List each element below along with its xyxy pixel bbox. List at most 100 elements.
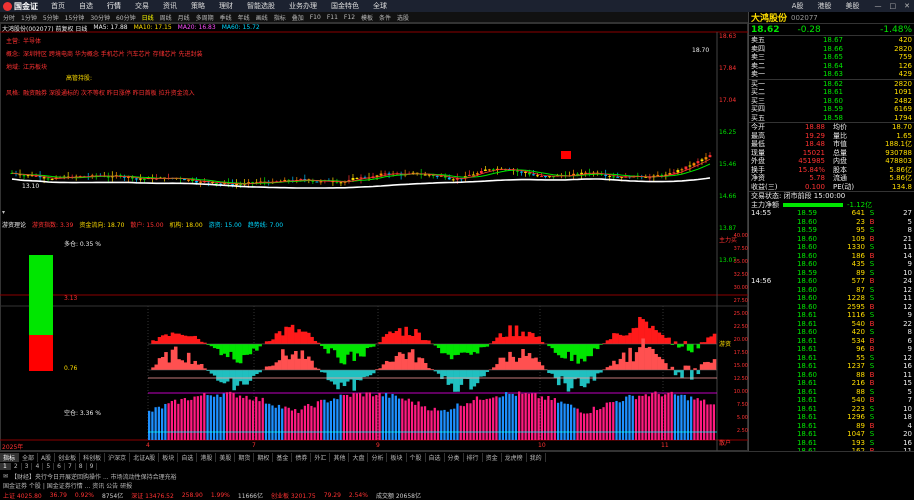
bottom-tab-15[interactable]: 外汇 bbox=[311, 453, 331, 462]
toolbar-item-14[interactable]: 叠加 bbox=[289, 13, 307, 22]
bottom-tab-11[interactable]: 期货 bbox=[235, 453, 255, 462]
index-item-8[interactable]: 创业板 3201.75 bbox=[271, 491, 316, 500]
retail-bar bbox=[582, 413, 586, 440]
menu-item-1[interactable]: 自选 bbox=[72, 1, 100, 11]
index-item-11[interactable]: 成交额 20658亿 bbox=[376, 491, 421, 500]
toolbar-item-2[interactable]: 5分钟 bbox=[40, 13, 62, 22]
menu-item-6[interactable]: 理财 bbox=[212, 1, 240, 11]
toolbar-item-16[interactable]: F11 bbox=[324, 14, 341, 21]
page-tab-0[interactable]: 1 bbox=[0, 463, 11, 470]
page-tab-3[interactable]: 4 bbox=[32, 463, 44, 470]
bottom-tab-26[interactable]: 我的 bbox=[527, 453, 546, 462]
tick-price: 18.60 bbox=[796, 294, 817, 303]
flow-area bbox=[342, 344, 347, 365]
index-item-9[interactable]: 79.29 bbox=[324, 492, 341, 499]
short-position-bar bbox=[29, 335, 53, 371]
bottom-tab-4[interactable]: 科创板 bbox=[80, 453, 106, 462]
index-item-0[interactable]: 上证 4025.80 bbox=[3, 491, 42, 500]
toolbar-item-8[interactable]: 月线 bbox=[175, 13, 193, 22]
minimize-icon[interactable]: — bbox=[871, 2, 886, 10]
index-item-6[interactable]: 1.99% bbox=[211, 492, 230, 499]
indicator-switch-icon[interactable]: ▾ bbox=[2, 209, 5, 216]
index-item-4[interactable]: 深证 13476.52 bbox=[131, 491, 174, 500]
bottom-tab-24[interactable]: 资金 bbox=[483, 453, 502, 462]
retail-bar bbox=[459, 405, 462, 440]
toolbar-item-18[interactable]: 模板 bbox=[358, 13, 376, 22]
menu-item-7[interactable]: 智能选股 bbox=[240, 1, 282, 11]
index-item-2[interactable]: 0.92% bbox=[75, 492, 94, 499]
retail-bar bbox=[560, 401, 563, 440]
market-2[interactable]: 美股 bbox=[839, 1, 867, 11]
bottom-tab-10[interactable]: 美股 bbox=[216, 453, 236, 462]
toolbar-item-20[interactable]: 选股 bbox=[394, 13, 412, 22]
toolbar-item-13[interactable]: 指标 bbox=[271, 13, 289, 22]
chart-area[interactable]: 大鸿股份(002077) 前复权 日线 MA5: 17.88 MA10: 17.… bbox=[0, 23, 748, 451]
bottom-tab-1[interactable]: 全部 bbox=[19, 453, 39, 462]
page-tab-5[interactable]: 6 bbox=[54, 463, 65, 470]
page-tab-1[interactable]: 2 bbox=[11, 463, 22, 470]
bottom-tab-7[interactable]: 板块 bbox=[159, 453, 179, 462]
menu-item-3[interactable]: 交易 bbox=[128, 1, 156, 11]
page-tab-7[interactable]: 8 bbox=[76, 463, 87, 470]
bottom-tab-13[interactable]: 基金 bbox=[273, 453, 293, 462]
bottom-tab-9[interactable]: 港股 bbox=[197, 453, 217, 462]
close-icon[interactable]: ✕ bbox=[900, 2, 914, 10]
menu-item-8[interactable]: 业务办理 bbox=[282, 1, 324, 11]
index-item-10[interactable]: 2.54% bbox=[349, 492, 368, 499]
page-tab-6[interactable]: 7 bbox=[65, 463, 76, 470]
bottom-tab-21[interactable]: 自选 bbox=[426, 453, 445, 462]
bottom-tab-0[interactable]: 指标 bbox=[0, 453, 20, 462]
index-item-5[interactable]: 258.90 bbox=[182, 492, 203, 499]
bottom-tab-3[interactable]: 创业板 bbox=[55, 453, 81, 462]
menu-item-0[interactable]: 首页 bbox=[44, 1, 72, 11]
index-item-7[interactable]: 11666亿 bbox=[238, 491, 263, 500]
bottom-tab-14[interactable]: 债券 bbox=[292, 453, 312, 462]
bottom-tab-6[interactable]: 北证A股 bbox=[130, 453, 160, 462]
toolbar-item-15[interactable]: F10 bbox=[307, 14, 324, 21]
page-tab-8[interactable]: 9 bbox=[87, 463, 98, 470]
toolbar-item-9[interactable]: 多周期 bbox=[193, 13, 217, 22]
bottom-tab-12[interactable]: 期权 bbox=[254, 453, 274, 462]
toolbar-item-11[interactable]: 年线 bbox=[235, 13, 253, 22]
toolbar-item-7[interactable]: 周线 bbox=[157, 13, 175, 22]
news-ticker[interactable]: 【财经】央行今日开展逆回购操作 ... 市场流动性保持合理充裕 bbox=[11, 472, 177, 481]
bottom-tab-16[interactable]: 其他 bbox=[330, 453, 350, 462]
bottom-tab-19[interactable]: 板块 bbox=[387, 453, 407, 462]
bottom-tab-18[interactable]: 分析 bbox=[368, 453, 388, 462]
page-tab-4[interactable]: 5 bbox=[43, 463, 55, 470]
bottom-tab-17[interactable]: 大盘 bbox=[349, 453, 369, 462]
index-item-1[interactable]: 36.79 bbox=[50, 492, 67, 499]
toolbar-item-10[interactable]: 季线 bbox=[217, 13, 235, 22]
toolbar-item-12[interactable]: 画线 bbox=[253, 13, 271, 22]
menu-item-9[interactable]: 国金特色 bbox=[324, 1, 366, 11]
toolbar-item-5[interactable]: 60分钟 bbox=[113, 13, 139, 22]
tick-list[interactable]: 14:55 18.59 641 S 27 18.60 23 B 5 18.59 95 S 8 18.60 1… bbox=[749, 209, 914, 481]
bottom-tab-5[interactable]: 沪深京 bbox=[105, 453, 131, 462]
toolbar-item-6[interactable]: 日线 bbox=[139, 13, 157, 22]
menu-item-5[interactable]: 策略 bbox=[184, 1, 212, 11]
indicator-name[interactable]: 游资理论 bbox=[2, 220, 26, 229]
bottom-tab-23[interactable]: 排行 bbox=[464, 453, 483, 462]
toolbar-item-19[interactable]: 条件 bbox=[376, 13, 394, 22]
box-mid1: 3.13 bbox=[64, 295, 78, 302]
toolbar-item-0[interactable]: 分时 bbox=[0, 13, 18, 22]
toolbar-item-17[interactable]: F12 bbox=[341, 14, 358, 21]
market-0[interactable]: A股 bbox=[785, 1, 811, 11]
toolbar-item-1[interactable]: 1分钟 bbox=[18, 13, 40, 22]
toolbar-item-3[interactable]: 15分钟 bbox=[62, 13, 88, 22]
menu-item-4[interactable]: 资讯 bbox=[156, 1, 184, 11]
menu-item-10[interactable]: 全球 bbox=[366, 1, 394, 11]
menu-item-2[interactable]: 行情 bbox=[100, 1, 128, 11]
bottom-tab-20[interactable]: 个股 bbox=[407, 453, 426, 462]
bottom-tab-22[interactable]: 分类 bbox=[445, 453, 464, 462]
toolbar-item-4[interactable]: 30分钟 bbox=[87, 13, 113, 22]
index-item-3[interactable]: 8754亿 bbox=[102, 491, 123, 500]
tick-direction: S bbox=[869, 311, 875, 320]
bottom-tab-8[interactable]: 自选 bbox=[178, 453, 198, 462]
bottom-tab-2[interactable]: A股 bbox=[38, 453, 56, 462]
maximize-icon[interactable]: □ bbox=[886, 2, 901, 10]
tick-direction: B bbox=[869, 396, 875, 405]
market-1[interactable]: 港股 bbox=[811, 1, 839, 11]
page-tab-2[interactable]: 3 bbox=[22, 463, 33, 470]
bottom-tab-25[interactable]: 龙虎榜 bbox=[502, 453, 527, 462]
